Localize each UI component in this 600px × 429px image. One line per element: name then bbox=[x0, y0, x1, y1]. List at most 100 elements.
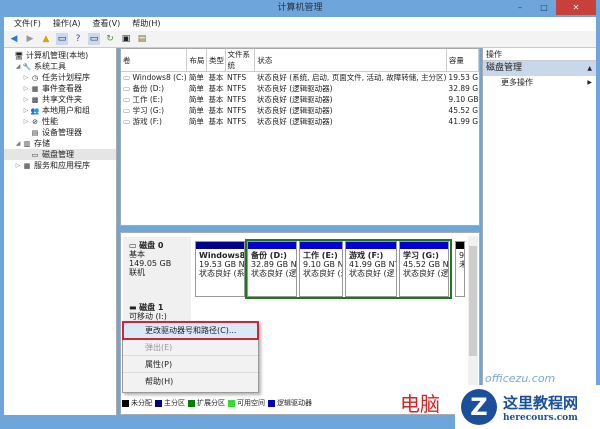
show-hide-action-icon[interactable]: ▭ bbox=[88, 33, 100, 45]
expander-icon[interactable]: ▷ bbox=[22, 94, 30, 105]
actions-pane: 操作 磁盘管理 ▲ 更多操作 ▶ bbox=[482, 48, 596, 415]
volume-row[interactable]: ▭ 游戏 (F:) 简单 基本 NTFS 状态良好 (逻辑驱动器) 41.99 G bbox=[121, 116, 479, 127]
navigation-tree: 🖥 计算机管理(本地) ◢ 🔧 系统工具 ▷ ◷ 任务计划程序 ▷ ▦ 事件查看器 ▷ ▩ 共享文件夹 ▷ 👥… bbox=[4, 48, 117, 415]
tree-item-label: 性能 bbox=[42, 117, 58, 126]
maximize-button[interactable]: □ bbox=[532, 0, 556, 15]
removable-disk-icon: ▬ bbox=[129, 303, 140, 312]
disk0-size: 149.05 GB bbox=[129, 259, 172, 268]
tree-node-icon: ⊘ bbox=[32, 118, 38, 126]
partition-block[interactable]: 9未 bbox=[455, 241, 465, 297]
column-header[interactable]: 类型 bbox=[206, 49, 226, 72]
expander-icon[interactable]: ◢ bbox=[14, 61, 22, 72]
volume-cell: ▭ 工作 (E:) bbox=[121, 94, 187, 105]
tree-item[interactable]: ▷ ▦ 事件查看器 bbox=[4, 83, 116, 94]
expander-icon[interactable]: ◢ bbox=[14, 138, 22, 149]
volume-name: 学习 (G:) bbox=[132, 106, 165, 115]
help-icon[interactable]: ? bbox=[72, 33, 84, 45]
forward-icon[interactable]: ▶ bbox=[24, 33, 36, 45]
tree-node-icon: ▩ bbox=[31, 96, 39, 104]
scrollbar-thumb[interactable] bbox=[469, 246, 477, 356]
extended-partition-outline bbox=[245, 239, 452, 299]
column-header[interactable]: 状态 bbox=[254, 49, 447, 72]
column-header[interactable]: 布局 bbox=[186, 49, 207, 72]
more-actions[interactable]: 更多操作 ▶ bbox=[483, 76, 596, 89]
tree-item[interactable]: ▷ 👥 本地用户和组 bbox=[4, 105, 116, 116]
volume-cell: ▭ 游戏 (F:) bbox=[121, 116, 187, 127]
tree-item[interactable]: ▤ 设备管理器 bbox=[4, 127, 116, 138]
tree-item[interactable]: 🖥 计算机管理(本地) bbox=[4, 50, 116, 61]
volume-cell: 状态良好 (逻辑驱动器) bbox=[256, 95, 333, 104]
volume-cell: 状态良好 (逻辑驱动器) bbox=[256, 106, 333, 115]
menu-action[interactable]: 操作(A) bbox=[47, 17, 87, 31]
volume-name: 备份 (D:) bbox=[132, 84, 165, 93]
tree-item-label: 计算机管理(本地) bbox=[26, 51, 89, 60]
expander-icon[interactable]: ▷ bbox=[22, 116, 30, 127]
menu-item-change-drive-letter[interactable]: 更改驱动器号和路径(C)... bbox=[122, 321, 259, 340]
volume-cell: 简单 bbox=[188, 95, 204, 104]
menu-file[interactable]: 文件(F) bbox=[8, 17, 47, 31]
column-header[interactable]: 卷 bbox=[121, 49, 188, 72]
volume-cell: NTFS bbox=[227, 84, 247, 93]
brand-logo-icon: Z bbox=[461, 389, 497, 425]
volume-row[interactable]: ▭ 备份 (D:) 简单 基本 NTFS 状态良好 (逻辑驱动器) 32.89 G bbox=[121, 83, 479, 94]
disk0-type: 基本 bbox=[129, 250, 145, 259]
tree-item[interactable]: ▭ 磁盘管理 bbox=[4, 149, 116, 160]
tree-item-label: 共享文件夹 bbox=[42, 95, 82, 104]
volume-cell: 状态良好 (逻辑驱动器) bbox=[256, 84, 333, 93]
volume-row[interactable]: ▭ Windows8 (C:) 简单 基本 NTFS 状态良好 (系统, 启动, 页面文… bbox=[121, 72, 479, 84]
column-header[interactable]: 文件系统 bbox=[225, 49, 256, 72]
menu-item-properties[interactable]: 属性(P) bbox=[123, 356, 258, 373]
close-button[interactable]: ✕ bbox=[556, 0, 596, 15]
expander-icon[interactable]: ▷ bbox=[22, 83, 30, 94]
expander-icon[interactable]: ▷ bbox=[22, 72, 30, 83]
up-folder-icon[interactable]: ▲ bbox=[40, 33, 52, 45]
volume-name: 工作 (E:) bbox=[132, 95, 163, 104]
disk0-label[interactable]: ▭ 磁盘 0 基本 149.05 GB 联机 bbox=[123, 237, 191, 301]
drive-icon: ▭ bbox=[123, 106, 131, 115]
volume-cell: 状态良好 (逻辑驱动器) bbox=[256, 117, 333, 126]
export-icon[interactable]: ▤ bbox=[136, 33, 148, 45]
minimize-button[interactable]: – bbox=[508, 0, 532, 15]
partition-block[interactable]: Windows8 19.53 GB N 状态良好 (系 bbox=[195, 241, 245, 297]
menu-item-eject[interactable]: 弹出(E) bbox=[123, 339, 258, 356]
tree-item[interactable]: ▷ ▩ 共享文件夹 bbox=[4, 94, 116, 105]
tree-item[interactable]: ▷ ⊘ 性能 bbox=[4, 116, 116, 127]
expander-icon[interactable]: ▷ bbox=[22, 105, 30, 116]
legend-label: 扩展分区 bbox=[197, 399, 225, 407]
tree-item[interactable]: ◢ 🔧 系统工具 bbox=[4, 61, 116, 72]
disk1-type: 可移动 (I:) bbox=[129, 312, 167, 321]
partition-size: 9 bbox=[459, 251, 464, 260]
menu-item-help[interactable]: 帮助(H) bbox=[123, 373, 258, 390]
legend-item: 可用空间 bbox=[228, 398, 265, 408]
legend-swatch bbox=[268, 399, 275, 407]
refresh-icon[interactable]: ↻ bbox=[104, 33, 116, 45]
tree-node-icon: ◷ bbox=[31, 74, 39, 82]
watermark-brand: Z 这里教程网 herecours.com bbox=[455, 385, 600, 429]
drive-icon: ▭ bbox=[123, 84, 131, 93]
column-header[interactable]: 容量 bbox=[446, 49, 480, 72]
back-icon[interactable]: ◀ bbox=[8, 33, 20, 45]
tree-item[interactable]: ▷ ◷ 任务计划程序 bbox=[4, 72, 116, 83]
disk1-name: 磁盘 1 bbox=[139, 303, 164, 312]
collapse-icon[interactable]: ▲ bbox=[587, 61, 592, 76]
volume-cell: 9.10 GB bbox=[448, 95, 479, 104]
volume-cell: NTFS bbox=[227, 117, 247, 126]
properties-icon[interactable]: ▣ bbox=[120, 33, 132, 45]
more-actions-label: 更多操作 bbox=[501, 78, 533, 87]
volume-cell: ▭ 备份 (D:) bbox=[121, 83, 187, 94]
graphical-scrollbar[interactable] bbox=[468, 236, 478, 396]
expander-icon[interactable]: ▷ bbox=[14, 160, 22, 171]
tree-item[interactable]: ◢ ▥ 存储 bbox=[4, 138, 116, 149]
menu-view[interactable]: 查看(V) bbox=[87, 17, 127, 31]
actions-section-label: 磁盘管理 bbox=[486, 63, 523, 73]
disk0-state: 联机 bbox=[129, 268, 145, 277]
volume-row[interactable]: ▭ 工作 (E:) 简单 基本 NTFS 状态良好 (逻辑驱动器) 9.10 GB bbox=[121, 94, 479, 105]
volume-row[interactable]: ▭ 学习 (G:) 简单 基本 NTFS 状态良好 (逻辑驱动器) 45.52 G bbox=[121, 105, 479, 116]
show-hide-tree-icon[interactable]: ▭ bbox=[56, 33, 68, 45]
tree-node-icon: ▭ bbox=[31, 151, 39, 159]
actions-section[interactable]: 磁盘管理 ▲ bbox=[483, 61, 596, 76]
volume-name: 游戏 (F:) bbox=[132, 117, 162, 126]
tree-item[interactable]: ▷ ▦ 服务和应用程序 bbox=[4, 160, 116, 171]
menu-help[interactable]: 帮助(H) bbox=[126, 17, 166, 31]
volume-name: Windows8 (C:) bbox=[132, 73, 187, 82]
